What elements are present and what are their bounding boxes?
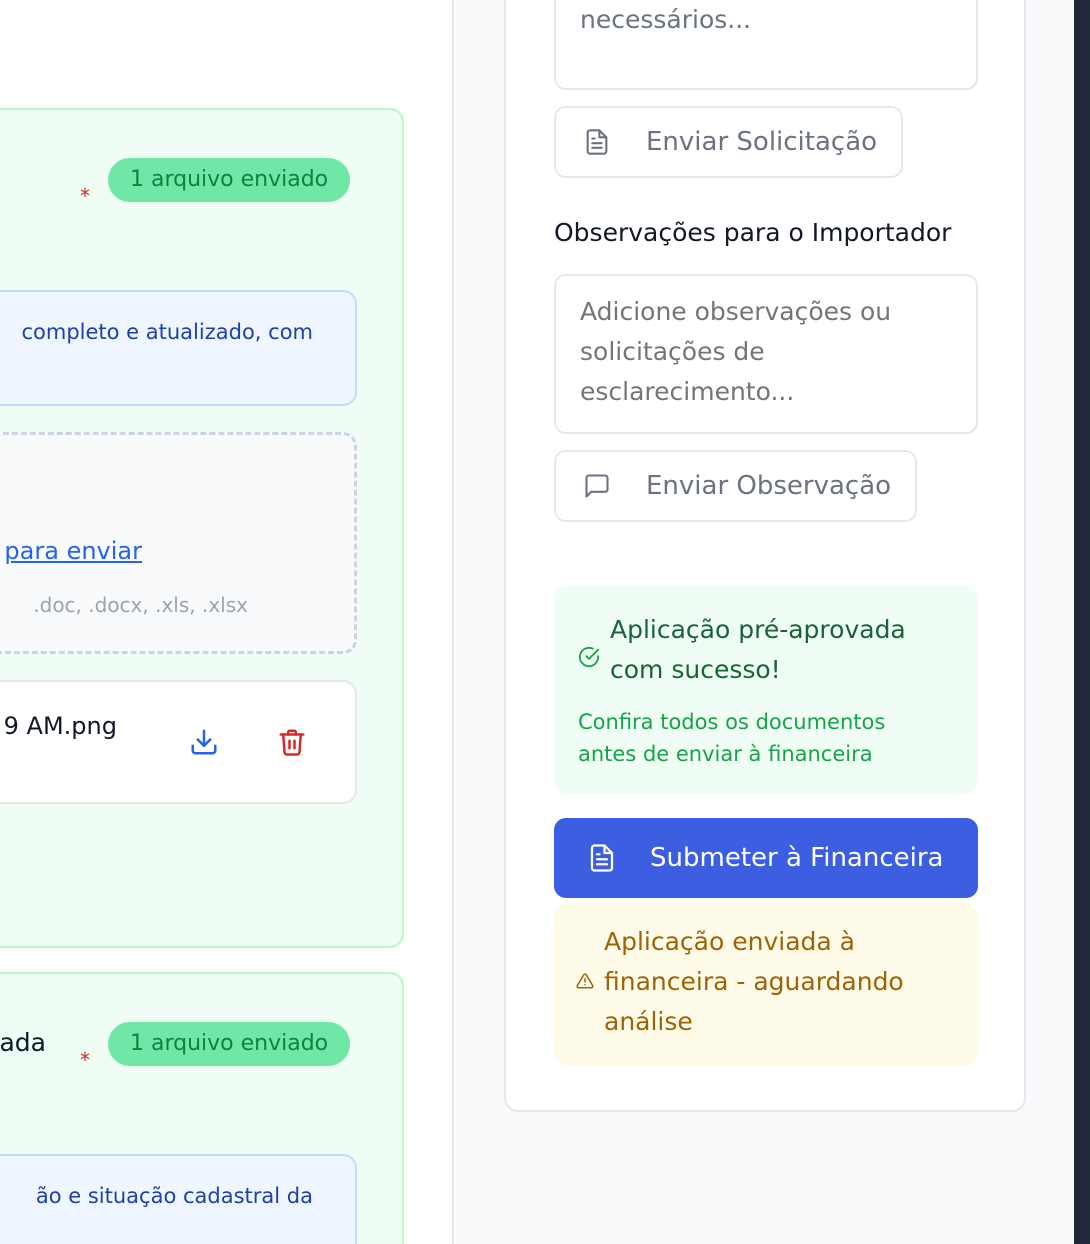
observations-textarea[interactable] — [554, 274, 978, 434]
document-info-text: ão e situação cadastral da — [35, 1184, 313, 1208]
upload-link[interactable]: para enviar — [4, 537, 142, 565]
document-card: * 1 arquivo enviado completo e atualizad… — [0, 108, 404, 948]
status-badge: 1 arquivo enviado — [108, 1022, 351, 1066]
uploaded-file-row: 9 AM.png — [0, 680, 357, 804]
submit-to-financer-button[interactable]: Submeter à Financeira — [554, 818, 978, 898]
documents-pane: * 1 arquivo enviado completo e atualizad… — [0, 0, 454, 1244]
accepted-file-types: .doc, .docx, .xls, .xlsx — [33, 593, 248, 617]
document-title: ada — [0, 1028, 46, 1057]
document-info-box: ão e situação cadastral da — [0, 1154, 357, 1244]
alert-title: Aplicação pré-aprovada com sucesso! — [610, 615, 906, 684]
message-square-icon — [582, 471, 612, 501]
required-marker: * — [80, 184, 90, 208]
required-marker: * — [80, 1048, 90, 1072]
window-edge — [1074, 0, 1090, 1244]
request-documents-textarea[interactable]: documentos adicionais são necessários... — [554, 0, 978, 90]
alert-triangle-icon — [576, 972, 596, 992]
file-dropzone[interactable]: para enviar .doc, .docx, .xls, .xlsx — [0, 432, 357, 654]
file-text-icon — [582, 127, 612, 157]
alert-subtitle: Confira todos os documentos antes de env… — [578, 710, 886, 766]
send-request-label: Enviar Solicitação — [646, 127, 878, 157]
observations-heading: Observações para o Importador — [554, 218, 952, 247]
sidebar-region: documentos adicionais são necessários...… — [456, 0, 1074, 1244]
send-request-button[interactable]: Enviar Solicitação — [554, 106, 904, 178]
file-name: 9 AM.png — [3, 712, 117, 740]
document-info-box: completo e atualizado, com — [0, 290, 357, 406]
trash-icon[interactable] — [274, 724, 310, 760]
download-icon[interactable] — [186, 724, 222, 760]
submit-label: Submeter à Financeira — [650, 843, 944, 873]
pre-approval-alert: Aplicação pré-aprovada com sucesso! Conf… — [554, 586, 978, 794]
document-card: ada * 1 arquivo enviado ão e situação ca… — [0, 972, 404, 1244]
file-text-icon — [586, 842, 618, 874]
document-info-text: completo e atualizado, com — [21, 320, 313, 344]
actions-panel: documentos adicionais são necessários...… — [504, 0, 1026, 1112]
status-badge: 1 arquivo enviado — [108, 158, 351, 202]
status-text: Aplicação enviada à financeira - aguarda… — [604, 927, 904, 1036]
sent-status-alert: Aplicação enviada à financeira - aguarda… — [554, 902, 978, 1066]
send-observation-button[interactable]: Enviar Observação — [554, 450, 918, 522]
send-observation-label: Enviar Observação — [646, 471, 892, 501]
check-circle-icon — [578, 646, 600, 668]
